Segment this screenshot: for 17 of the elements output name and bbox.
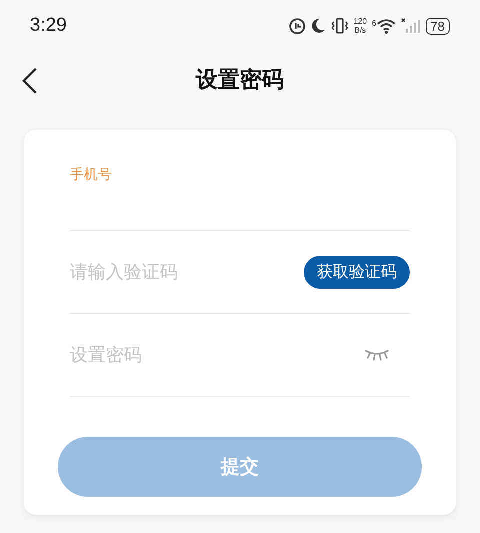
page-title: 设置密码 <box>196 66 284 95</box>
closed-eye-icon[interactable] <box>364 349 390 361</box>
password-input[interactable]: 设置密码 <box>70 344 364 366</box>
get-code-button[interactable]: 获取验证码 <box>304 256 410 288</box>
clock: 3:29 <box>30 15 67 37</box>
vibrate-icon <box>330 18 349 34</box>
no-signal-icon <box>400 18 421 34</box>
wifi-icon <box>376 18 396 34</box>
moon-icon <box>310 18 326 34</box>
net-speed: 120 <box>354 17 368 26</box>
wifi-generation-label: 6 <box>372 19 377 28</box>
alarm-icon <box>288 18 306 34</box>
back-icon[interactable] <box>22 68 38 94</box>
code-input[interactable]: 请输入验证码 <box>70 262 304 282</box>
net-speed-unit: B/s <box>354 26 366 35</box>
battery-level: 78 <box>426 18 450 34</box>
phone-label: 手机号 <box>70 166 112 184</box>
